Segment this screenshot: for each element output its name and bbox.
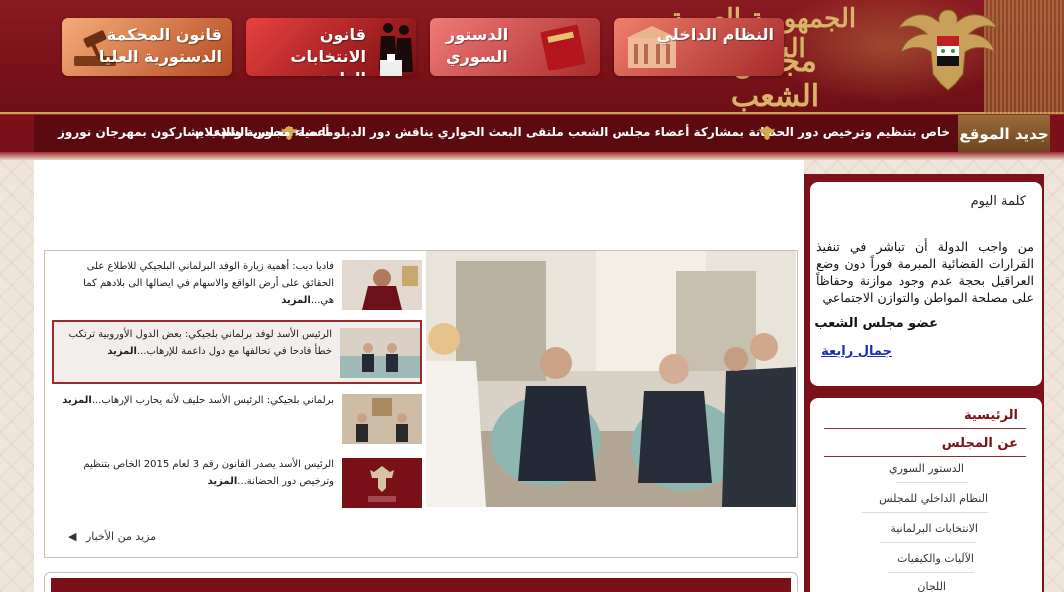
- menu-about[interactable]: عن المجلس: [942, 436, 1018, 451]
- news-text: الرئيس الأسد لوفد برلماني بلجيكي: بعض ال…: [58, 326, 332, 360]
- news-thumbnail-image: [342, 458, 422, 508]
- menu-sub-item[interactable]: الآليات والكيفيات: [897, 552, 974, 565]
- bottom-panel-header: [51, 578, 791, 592]
- news-more-link[interactable]: المزيد: [62, 395, 92, 406]
- news-headline: برلماني بلجيكي: الرئيس الأسد حليف لأنه ي…: [91, 395, 334, 406]
- menu-sub-divider: [880, 542, 976, 543]
- news-thumbnail-image: [342, 260, 422, 310]
- menu-sub-item[interactable]: اللجان: [917, 580, 946, 592]
- more-news-label: مزيد من الأخبار: [85, 530, 157, 543]
- menu-sub-item[interactable]: الدستور السوري: [889, 462, 964, 475]
- ballot-box-icon: [380, 54, 402, 76]
- triangle-left-icon: ◀: [68, 530, 77, 543]
- banner-label: قانون الانتخابات العامة: [290, 25, 366, 76]
- news-item-active[interactable]: الرئيس الأسد لوفد برلماني بلجيكي: بعض ال…: [52, 320, 422, 384]
- menu-home[interactable]: الرئيسية: [964, 408, 1018, 423]
- menu-sub-item[interactable]: الانتخابات البرلمانية: [890, 522, 978, 535]
- word-of-day-box: كلمة اليوم من واجب الدولة أن تباشر في تن…: [810, 182, 1042, 386]
- menu-divider: [824, 456, 1026, 457]
- menu-sub-item[interactable]: النظام الداخلي للمجلس: [879, 492, 988, 505]
- menu-sub-divider: [888, 572, 974, 573]
- ticker-item[interactable]: أعضاء مجلس الشعب يشاركون بمهرجان نوروز: [58, 125, 329, 139]
- ticker-item[interactable]: خاص بتنظيم وترخيص دور الحضانة: [748, 125, 950, 139]
- word-of-day-text: من واجب الدولة أن تباشر في تنفيذ القرارا…: [816, 239, 1034, 305]
- banner-elections-law[interactable]: قانون الانتخابات العامة: [246, 18, 416, 76]
- member-label: عضو مجلس الشعب: [814, 316, 938, 331]
- news-item[interactable]: الرئيس الأسد يصدر القانون رقم 3 لعام 201…: [52, 452, 422, 516]
- news-text: الرئيس الأسد يصدر القانون رقم 3 لعام 201…: [56, 456, 334, 490]
- banner-label: الدستور السوري: [446, 25, 509, 66]
- syrian-eagle-emblem-icon: [897, 9, 999, 91]
- book-icon: [540, 24, 586, 70]
- news-more-link[interactable]: المزيد: [107, 346, 137, 357]
- eagle-bullet-icon: [759, 125, 775, 141]
- banner-constitutional-court-law[interactable]: قانون المحكمة الدستورية العليا: [62, 18, 232, 76]
- menu-divider: [824, 428, 1026, 429]
- news-text: فاديا ديب: أهمية زيارة الوفد البرلماني ا…: [56, 258, 334, 309]
- news-thumbnail-image: [340, 328, 420, 378]
- ticker-divider: [0, 152, 1064, 160]
- word-of-day-title: كلمة اليوم: [970, 194, 1026, 209]
- bottom-panel: [44, 572, 798, 592]
- news-item[interactable]: برلماني بلجيكي: الرئيس الأسد حليف لأنه ي…: [52, 388, 422, 452]
- news-text: برلماني بلجيكي: الرئيس الأسد حليف لأنه ي…: [56, 392, 334, 409]
- side-menu: الرئيسية عن المجلس الدستور السوري النظام…: [810, 398, 1042, 592]
- banner-syrian-constitution[interactable]: الدستور السوري: [430, 18, 600, 76]
- featured-news-photo[interactable]: [426, 251, 796, 507]
- banner-label: النظام الداخلي: [656, 25, 774, 44]
- member-name-link[interactable]: جمال رابعة: [821, 344, 892, 359]
- news-more-link[interactable]: المزيد: [281, 295, 311, 306]
- banner-label: قانون المحكمة الدستورية العليا: [98, 25, 222, 66]
- more-news-link[interactable]: مزيد من الأخبار ◀: [68, 530, 156, 543]
- menu-sub-divider: [862, 512, 988, 513]
- ticker-bar: جديد الموقع خاص بتنظيم وترخيص دور الحضان…: [34, 115, 1050, 153]
- meeting-photo-image: [426, 251, 796, 507]
- news-thumbnail-image: [342, 394, 422, 444]
- news-item[interactable]: فاديا ديب: أهمية زيارة الوفد البرلماني ا…: [52, 254, 422, 318]
- menu-sub-divider: [896, 482, 968, 483]
- banner-internal-rules[interactable]: النظام الداخلي: [614, 18, 784, 76]
- ticker-label: جديد الموقع: [958, 115, 1050, 153]
- news-more-link[interactable]: المزيد: [208, 476, 238, 487]
